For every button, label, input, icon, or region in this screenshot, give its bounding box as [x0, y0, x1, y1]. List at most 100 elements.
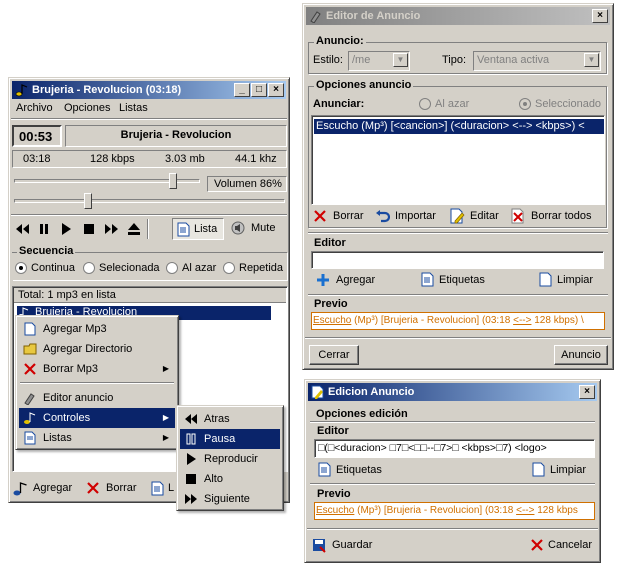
cerrar-button[interactable]: Cerrar: [309, 345, 359, 365]
anuncio-button[interactable]: Anuncio: [554, 345, 608, 365]
edit-icon: [450, 208, 465, 224]
radio-al-azar[interactable]: [166, 262, 178, 274]
submenu-arrow-icon: ▶: [162, 364, 169, 373]
volume-thumb[interactable]: [169, 173, 177, 189]
estilo-select[interactable]: /me ▼: [348, 51, 410, 71]
menu-item-editor-anuncio[interactable]: Editor anuncio: [19, 388, 175, 408]
submenu-arrow-icon: ▶: [162, 433, 169, 442]
submenu-item-siguiente[interactable]: Siguiente: [180, 489, 280, 509]
chevron-down-icon: ▼: [393, 53, 408, 67]
preview-arrow: <-->: [516, 505, 535, 516]
menu-archivo[interactable]: Archivo: [16, 102, 53, 114]
importar-button[interactable]: Importar: [375, 208, 445, 226]
menu-item-listas[interactable]: Listas ▶: [19, 428, 175, 448]
radio-seleccionado[interactable]: [519, 98, 531, 110]
preview-duration: (03:18: [481, 315, 511, 326]
borrar-button[interactable]: Borrar: [86, 480, 141, 498]
editor-label: Editor: [317, 425, 349, 437]
submenu-item-reproducir[interactable]: Reproducir: [180, 449, 280, 469]
editor-input[interactable]: [311, 251, 604, 269]
radio-continua[interactable]: [15, 262, 27, 274]
minimize-button[interactable]: _: [234, 83, 250, 97]
music-note-icon: [13, 482, 27, 496]
context-menu: Agregar Mp3 Agregar Directorio Borrar Mp…: [15, 315, 179, 450]
menu-opciones[interactable]: Opciones: [64, 102, 110, 114]
menu-item-borrar-mp3[interactable]: Borrar Mp3 ▶: [19, 359, 175, 379]
cancelar-button[interactable]: Cancelar: [530, 537, 595, 555]
anuncio-list-item[interactable]: Escucho (Mp³) [<cancion>] (<duracion> <-…: [314, 119, 604, 134]
submenu-item-pausa[interactable]: Pausa: [180, 429, 280, 449]
playlist-header: Total: 1 mp3 en lista: [14, 288, 286, 303]
play-icon: [187, 453, 196, 465]
elapsed-time: 00:53: [19, 129, 53, 144]
radio-continua-label: Continua: [31, 262, 76, 274]
next-icon[interactable]: [104, 222, 120, 236]
limpiar-button[interactable]: Limpiar: [532, 462, 592, 480]
anuncio-list[interactable]: Escucho (Mp³) [<cancion>] (<duracion> <-…: [311, 115, 605, 205]
borrar-button[interactable]: Borrar: [313, 208, 373, 226]
menu-item-controles[interactable]: Controles ▶: [19, 408, 175, 428]
close-button[interactable]: ×: [579, 385, 595, 399]
etiquetas-button[interactable]: Etiquetas: [421, 272, 491, 290]
preview-tail: \: [580, 315, 584, 326]
stop-icon[interactable]: [82, 222, 96, 236]
delete-document-icon: [511, 208, 524, 224]
menu-item-agregar-directorio[interactable]: Agregar Directorio: [19, 339, 175, 359]
tipo-label: Tipo:: [442, 54, 467, 66]
mute-toggle[interactable]: Mute: [229, 218, 284, 240]
menu-listas[interactable]: Listas: [119, 102, 148, 114]
limpiar-button[interactable]: Limpiar: [539, 272, 599, 290]
etiquetas-button[interactable]: Etiquetas: [318, 462, 398, 480]
speaker-icon: [231, 221, 245, 235]
radio-selecionada[interactable]: [83, 262, 95, 274]
preview-mp3: (Mp³): [357, 505, 382, 516]
pause-icon[interactable]: [37, 222, 51, 236]
borrar-todos-button[interactable]: Borrar todos: [511, 208, 601, 226]
track-display: Brujeria - Revolucion: [65, 125, 287, 147]
play-icon[interactable]: [59, 222, 73, 236]
folder-icon: [23, 343, 37, 355]
close-button[interactable]: ×: [268, 83, 284, 97]
preview-escucho: Escucho: [316, 505, 355, 516]
preview-track: [Brujeria - Revolucion]: [383, 505, 483, 516]
chevron-down-icon: ▼: [584, 53, 599, 67]
stop-icon: [186, 474, 196, 484]
radio-al-azar[interactable]: [419, 98, 431, 110]
time-display: 00:53: [12, 125, 62, 147]
track-size: 3.03 mb: [165, 153, 205, 165]
radio-repetida[interactable]: [223, 262, 235, 274]
music-note-icon: [24, 412, 36, 424]
eject-icon[interactable]: [127, 222, 141, 236]
menu-item-agregar-mp3[interactable]: Agregar Mp3: [19, 319, 175, 339]
radio-al-azar-label: Al azar: [182, 262, 217, 274]
player-titlebar[interactable]: Brujeria - Revolucion (03:18) _ □ ×: [12, 81, 286, 99]
previous-icon[interactable]: [14, 222, 30, 236]
tipo-select[interactable]: Ventana activa ▼: [473, 51, 601, 71]
guardar-button[interactable]: Guardar: [312, 537, 382, 555]
submenu-item-alto[interactable]: Alto: [180, 469, 280, 489]
agregar-button[interactable]: Agregar: [316, 272, 386, 290]
opciones-edicion-label: Opciones edición: [316, 408, 408, 420]
edicion-titlebar[interactable]: Edicion Anuncio ×: [308, 383, 597, 401]
agregar-button[interactable]: Agregar: [13, 480, 75, 498]
preview-bitrate: 128 kbps): [534, 315, 579, 326]
anunciar-label: Anunciar:: [313, 98, 365, 110]
seek-slider[interactable]: [12, 193, 287, 211]
editar-button[interactable]: Editar: [450, 208, 505, 226]
next-icon: [185, 494, 197, 504]
volume-slider[interactable]: [12, 173, 202, 191]
editor-input[interactable]: □(□<duracion> □7□<□□--□7>□ <kbps>□7) <lo…: [314, 439, 595, 458]
radio-al-azar-label: Al azar: [435, 98, 470, 110]
blank-document-icon: [532, 462, 545, 477]
edit-icon: [311, 385, 324, 399]
lista-toggle[interactable]: Lista: [172, 218, 224, 240]
edicion-title: Edicion Anuncio: [328, 386, 415, 398]
document-icon: [421, 272, 434, 287]
seek-thumb[interactable]: [84, 193, 92, 209]
undo-icon: [376, 210, 390, 223]
editor-titlebar[interactable]: Editor de Anuncio ×: [306, 7, 610, 25]
submenu-item-atras[interactable]: Atras: [180, 409, 280, 429]
close-button[interactable]: ×: [592, 9, 608, 23]
maximize-button[interactable]: □: [251, 83, 267, 97]
blank-document-icon: [539, 272, 552, 287]
